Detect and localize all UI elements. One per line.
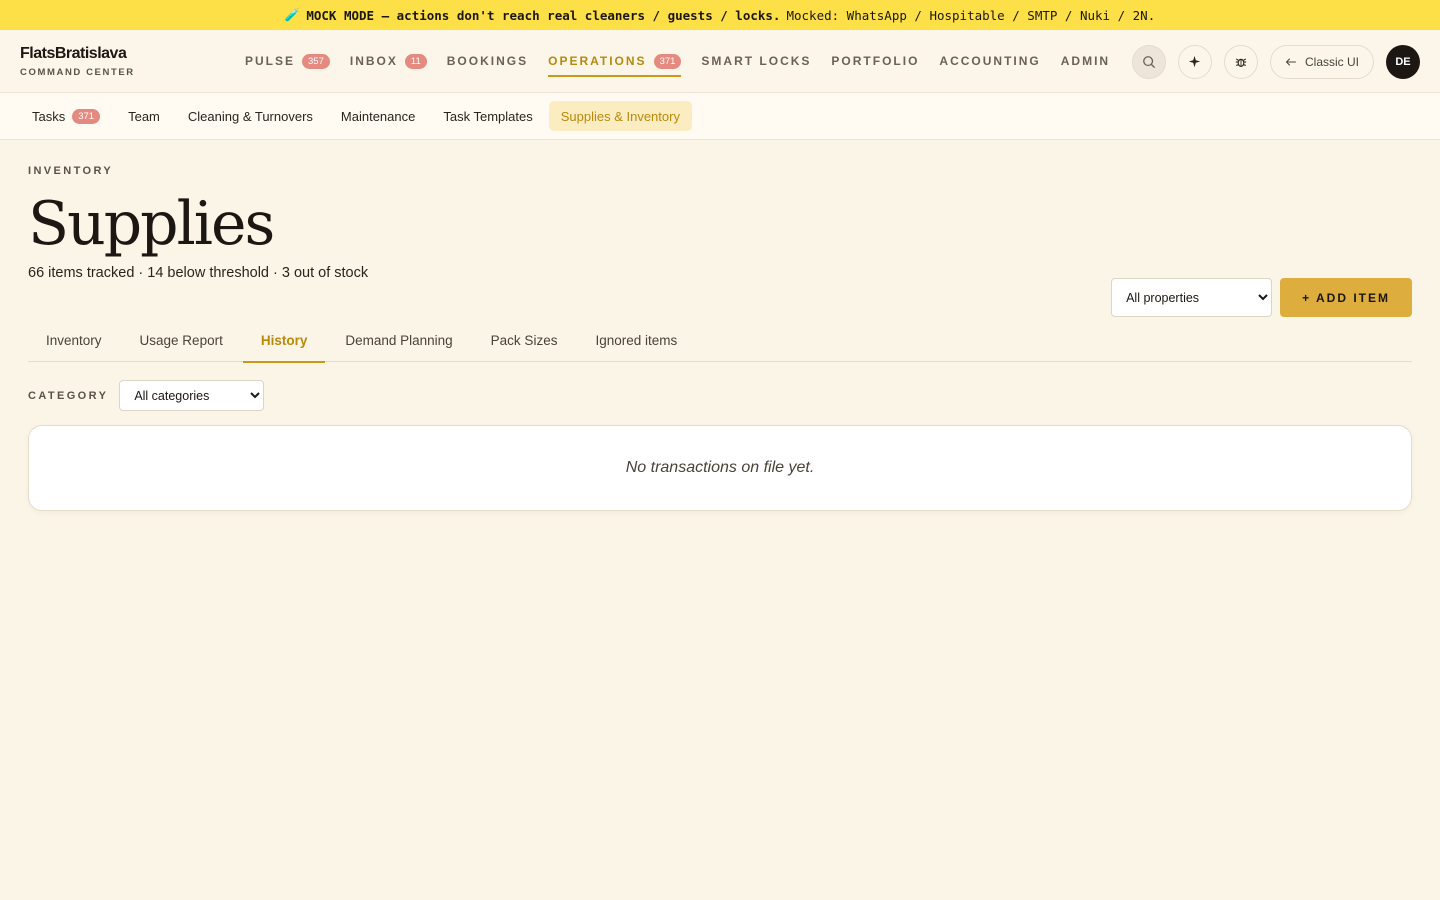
main-nav: PULSE 357 INBOX 11 BOOKINGS OPERATIONS 3… <box>235 30 1120 93</box>
history-empty-state: No transactions on file yet. <box>28 425 1412 511</box>
nav-item-pulse[interactable]: PULSE 357 <box>235 30 340 93</box>
property-select[interactable]: All properties <box>1111 278 1273 317</box>
brand-subtitle: COMMAND CENTER <box>20 66 135 78</box>
subnav-item-task-templates[interactable]: Task Templates <box>431 101 544 131</box>
sparkle-icon <box>1189 55 1201 68</box>
nav-item-bookings[interactable]: BOOKINGS <box>437 30 538 93</box>
top-navigation: FlatsBratislava COMMAND CENTER PULSE 357… <box>0 30 1440 93</box>
section-eyebrow: INVENTORY <box>28 165 114 177</box>
classic-ui-button[interactable]: Classic UI <box>1269 44 1374 79</box>
subnav-item-label: Tasks <box>32 108 66 124</box>
nav-item-inbox[interactable]: INBOX 11 <box>340 30 437 93</box>
nav-item-smart-locks[interactable]: SMART LOCKS <box>691 30 821 93</box>
empty-state-text: No transactions on file yet. <box>625 459 815 476</box>
tab-pack-sizes[interactable]: Pack Sizes <box>473 319 576 362</box>
nav-badge: 371 <box>653 53 682 69</box>
brand[interactable]: FlatsBratislava COMMAND CENTER <box>20 45 235 78</box>
tab-inventory[interactable]: Inventory <box>28 319 120 362</box>
subnav-item-tasks[interactable]: Tasks 371 <box>20 101 112 131</box>
top-right-actions: Classic UI DE <box>1131 30 1420 93</box>
mock-mode-banner: 🧪 MOCK MODE — actions don't reach real c… <box>0 0 1440 30</box>
nav-item-label: ACCOUNTING <box>939 54 1041 68</box>
filter-row: CATEGORY All categories <box>28 380 1412 411</box>
subnav-item-team[interactable]: Team <box>116 101 172 131</box>
test-tube-icon: 🧪 <box>284 7 301 22</box>
nav-item-label: ADMIN <box>1060 54 1111 68</box>
nav-item-label: INBOX <box>349 54 398 68</box>
subnav-item-cleaning[interactable]: Cleaning & Turnovers <box>176 101 325 131</box>
nav-item-accounting[interactable]: ACCOUNTING <box>929 30 1050 93</box>
mock-banner-detail: Mocked: WhatsApp / Hospitable / SMTP / N… <box>786 7 1156 23</box>
nav-item-label: PORTFOLIO <box>831 54 920 68</box>
mock-banner-title: MOCK MODE — actions don't reach real cle… <box>306 7 781 23</box>
classic-ui-label: Classic UI <box>1304 54 1359 69</box>
nav-item-portfolio[interactable]: PORTFOLIO <box>821 30 929 93</box>
main-content: INVENTORY Supplies 66 items tracked · 14… <box>0 165 1440 511</box>
tab-usage-report[interactable]: Usage Report <box>122 319 241 362</box>
avatar[interactable]: DE <box>1386 44 1420 79</box>
brand-name: FlatsBratislava <box>20 44 127 62</box>
nav-item-label: BOOKINGS <box>446 54 529 68</box>
nav-badge: 357 <box>302 53 330 69</box>
tab-demand-planning[interactable]: Demand Planning <box>327 319 470 362</box>
nav-item-label: PULSE <box>245 54 296 68</box>
subnav-badge: 371 <box>72 108 101 124</box>
inventory-tabs: Inventory Usage Report History Demand Pl… <box>28 319 1412 363</box>
tab-history[interactable]: History <box>242 319 326 363</box>
arrow-left-icon <box>1285 57 1297 66</box>
page-title: Supplies <box>28 189 275 259</box>
header-actions: All properties + ADD ITEM <box>1111 278 1412 317</box>
assistant-button[interactable] <box>1177 44 1212 79</box>
subnav-item-supplies[interactable]: Supplies & Inventory <box>548 101 692 131</box>
subnav-item-maintenance[interactable]: Maintenance <box>329 101 427 131</box>
nav-item-admin[interactable]: ADMIN <box>1051 30 1120 93</box>
debug-button[interactable] <box>1223 44 1258 79</box>
nav-badge: 11 <box>404 53 427 69</box>
category-label: CATEGORY <box>28 389 109 402</box>
tab-ignored-items[interactable]: Ignored items <box>577 319 695 362</box>
sub-navigation: Tasks 371 Team Cleaning & Turnovers Main… <box>0 93 1440 140</box>
search-button[interactable] <box>1131 44 1166 79</box>
nav-item-operations[interactable]: OPERATIONS 371 <box>538 30 691 93</box>
category-select[interactable]: All categories <box>119 380 265 411</box>
nav-item-label: OPERATIONS <box>548 54 647 68</box>
add-item-button[interactable]: + ADD ITEM <box>1280 278 1412 317</box>
bug-icon <box>1235 57 1247 67</box>
search-icon <box>1143 55 1155 68</box>
nav-item-label: SMART LOCKS <box>701 54 812 68</box>
